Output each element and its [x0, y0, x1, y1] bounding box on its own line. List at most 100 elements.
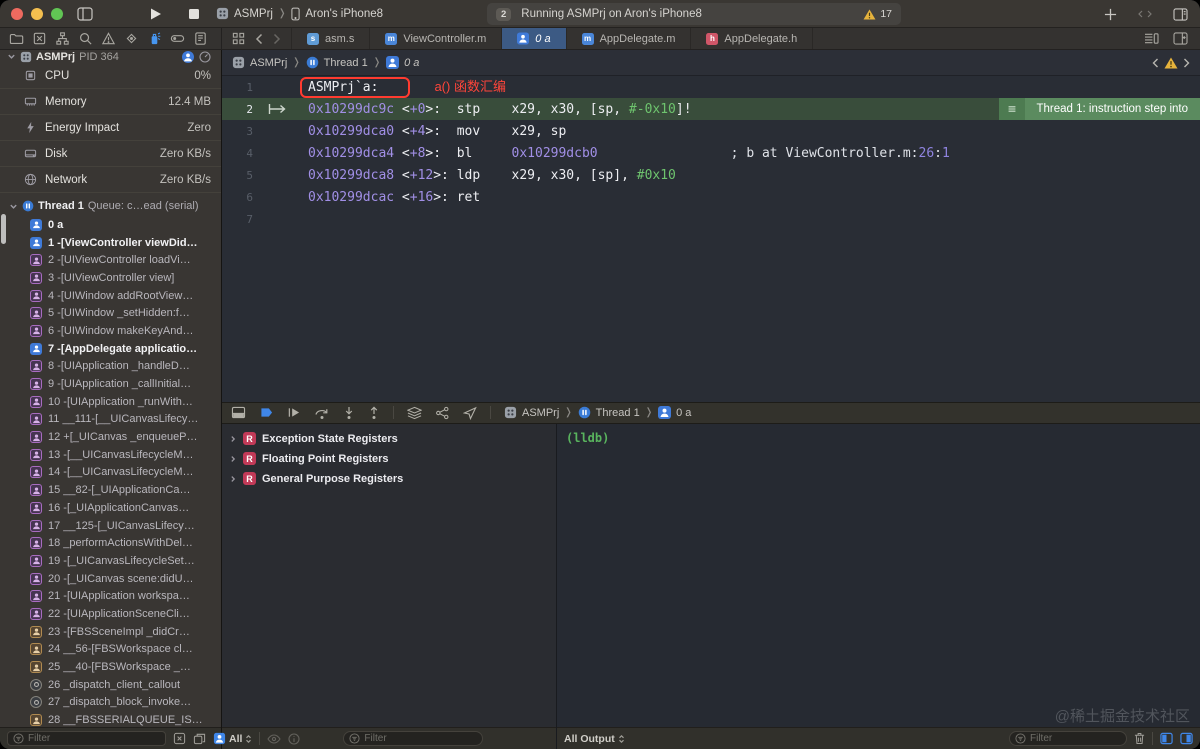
- stack-frame[interactable]: 25 __40-[FBSWorkspace _…: [0, 658, 221, 676]
- stack-frame[interactable]: 16 -[_UIApplicationCanvas…: [0, 499, 221, 517]
- stack-frame[interactable]: 10 -[UIApplication _runWith…: [0, 393, 221, 411]
- forward-icon[interactable]: [273, 33, 281, 45]
- continue-icon[interactable]: [287, 406, 301, 419]
- debug-bar-breadcrumb[interactable]: ASMPrj ❭ Thread 1 ❭ 0 a: [504, 406, 691, 419]
- view-hierarchy-icon[interactable]: [407, 406, 422, 420]
- memory-graph-icon[interactable]: [435, 406, 450, 420]
- thread-row[interactable]: Thread 1 Queue: c…ead (serial): [0, 196, 221, 216]
- stack-filter-icon[interactable]: [193, 732, 206, 745]
- run-button[interactable]: [149, 7, 162, 21]
- zoom-button[interactable]: [51, 7, 63, 20]
- stack-frame[interactable]: 11 __111-[__UICanvasLifecy…: [0, 411, 221, 429]
- banner-menu-icon[interactable]: [998, 98, 1025, 120]
- console-filter-input[interactable]: [1030, 733, 1121, 744]
- issue-navigator-icon[interactable]: [101, 31, 116, 46]
- stack-frame[interactable]: 8 -[UIApplication _handleD…: [0, 358, 221, 376]
- code-line-2[interactable]: 2 0x10299dc9c <+0>: stp x29, x30, [sp, #-…: [222, 98, 1200, 120]
- breakpoints-toggle-icon[interactable]: [259, 406, 274, 419]
- gauge-row-disk[interactable]: Disk Zero KB/s: [0, 141, 221, 167]
- line-number[interactable]: 6: [222, 191, 262, 204]
- related-items-icon[interactable]: [232, 32, 245, 45]
- editor-options-icon[interactable]: [1173, 7, 1188, 21]
- stack-frame[interactable]: 22 -[UIApplicationSceneCli…: [0, 605, 221, 623]
- close-button[interactable]: [11, 7, 23, 20]
- stack-frame[interactable]: 0 a: [0, 216, 221, 234]
- code-line-7[interactable]: 7: [222, 208, 1200, 230]
- line-number[interactable]: 7: [222, 213, 262, 226]
- stack-frame[interactable]: 6 -[UIWindow makeKeyAnd…: [0, 322, 221, 340]
- code-review-icon[interactable]: [1137, 8, 1153, 20]
- library-plus-icon[interactable]: [1104, 8, 1117, 21]
- stack-frame[interactable]: 18 _performActionsWithDel…: [0, 534, 221, 552]
- disclosure-closed-icon[interactable]: [229, 475, 237, 483]
- register-group-row[interactable]: R General Purpose Registers: [222, 469, 556, 489]
- step-over-icon[interactable]: [314, 406, 330, 420]
- code-line-3[interactable]: 3 0x10299dca0 <+4>: mov x29, sp: [222, 120, 1200, 142]
- register-group-row[interactable]: R Exception State Registers: [222, 429, 556, 449]
- stack-frame[interactable]: 3 -[UIViewController view]: [0, 269, 221, 287]
- code-line-1[interactable]: 1 ASMPrj`a: a() 函数汇编: [222, 76, 1200, 98]
- disassembly-editor[interactable]: 1 ASMPrj`a: a() 函数汇编 2 0x10299dc9c <+0>: stp…: [222, 76, 1200, 402]
- hide-debug-area-icon[interactable]: [231, 406, 246, 419]
- thread-status-banner[interactable]: Thread 1: instruction step into: [998, 98, 1200, 120]
- sidebar-filter-input[interactable]: [28, 733, 160, 744]
- breadcrumb-item[interactable]: 0 a: [404, 57, 419, 69]
- breadcrumb-item[interactable]: Thread 1: [324, 57, 368, 69]
- stop-button[interactable]: [188, 8, 200, 20]
- gauge-row-cpu[interactable]: CPU 0%: [0, 63, 221, 89]
- sidebar-filter-field[interactable]: [7, 731, 166, 746]
- gauge-row-memory[interactable]: Memory 12.4 MB: [0, 89, 221, 115]
- stack-frame[interactable]: 24 __56-[FBSWorkspace cl…: [0, 641, 221, 659]
- code-line-4[interactable]: 4 0x10299dca4 <+8>: bl 0x10299dcb0 ; b at…: [222, 142, 1200, 164]
- variables-filter-input[interactable]: [364, 733, 478, 744]
- code-line-6[interactable]: 6 0x10299dcac <+16>: ret: [222, 186, 1200, 208]
- breadcrumb-item[interactable]: Thread 1: [596, 407, 640, 419]
- console-filter-field[interactable]: [1009, 731, 1127, 746]
- symbol-navigator-icon[interactable]: [55, 31, 70, 46]
- editor-tab-asm-s[interactable]: s asm.s: [291, 28, 371, 49]
- project-navigator-icon[interactable]: [9, 31, 24, 46]
- sidebar-scrollbar[interactable]: [1, 214, 6, 244]
- minimize-button[interactable]: [31, 7, 43, 20]
- stack-frame[interactable]: 28 __FBSSERIALQUEUE_IS…: [0, 711, 221, 727]
- stack-frame[interactable]: 19 -[_UICanvasLifecycleSet…: [0, 552, 221, 570]
- report-navigator-icon[interactable]: [193, 31, 208, 46]
- editor-tab-viewcontroller-m[interactable]: m ViewController.m: [370, 28, 503, 49]
- clear-console-icon[interactable]: [1134, 732, 1145, 745]
- disclosure-open-icon[interactable]: [7, 52, 16, 61]
- step-out-icon[interactable]: [368, 406, 380, 420]
- stack-frame[interactable]: 21 -[UIApplication workspa…: [0, 587, 221, 605]
- console-view-toggle-icon[interactable]: [1180, 732, 1193, 745]
- variables-scope-select[interactable]: All: [229, 733, 252, 745]
- breadcrumb-item[interactable]: ASMPrj: [522, 407, 559, 419]
- editor-tab-appdelegate-m[interactable]: m AppDelegate.m: [567, 28, 692, 49]
- minimap-icon[interactable]: [1144, 32, 1159, 45]
- disclosure-open-icon[interactable]: [9, 202, 18, 211]
- back-icon[interactable]: [255, 33, 263, 45]
- stack-frame[interactable]: 15 __82-[_UIApplicationCa…: [0, 481, 221, 499]
- line-number[interactable]: 1: [222, 81, 262, 94]
- variables-filter-field[interactable]: [343, 731, 484, 746]
- line-number[interactable]: 5: [222, 169, 262, 182]
- user-frames-filter-icon[interactable]: [213, 732, 226, 745]
- test-navigator-icon[interactable]: [124, 31, 139, 46]
- editor-tab-appdelegate-h[interactable]: h AppDelegate.h: [691, 28, 814, 49]
- info-icon[interactable]: [288, 732, 300, 745]
- next-issue-icon[interactable]: [1183, 58, 1190, 68]
- stack-frame[interactable]: 27 _dispatch_block_invoke…: [0, 694, 221, 712]
- step-into-icon[interactable]: [343, 406, 355, 420]
- code-line-5[interactable]: 5 0x10299dca8 <+12>: ldp x29, x30, [sp], …: [222, 164, 1200, 186]
- stack-frame[interactable]: 12 +[_UICanvas _enqueueP…: [0, 428, 221, 446]
- stack-frame[interactable]: 4 -[UIWindow addRootView…: [0, 287, 221, 305]
- stack-frame[interactable]: 1 -[ViewController viewDid…: [0, 234, 221, 252]
- warning-count[interactable]: 17: [863, 8, 892, 20]
- previous-issue-icon[interactable]: [1152, 58, 1159, 68]
- stack-frame[interactable]: 14 -[__UICanvasLifecycleM…: [0, 464, 221, 482]
- source-control-navigator-icon[interactable]: [32, 31, 47, 46]
- breakpoint-navigator-icon[interactable]: [170, 31, 185, 46]
- stack-frame[interactable]: 7 -[AppDelegate applicatio…: [0, 340, 221, 358]
- disclosure-closed-icon[interactable]: [229, 435, 237, 443]
- console-output-scope-select[interactable]: All Output: [564, 733, 625, 745]
- stack-frame[interactable]: 20 -[_UICanvas scene:didU…: [0, 570, 221, 588]
- variables-view-toggle-icon[interactable]: [1160, 732, 1173, 745]
